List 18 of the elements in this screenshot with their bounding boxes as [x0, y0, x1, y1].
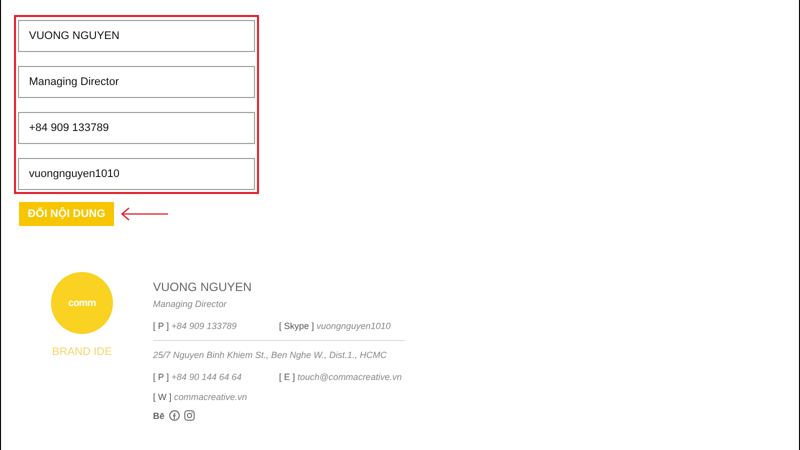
job-title: Managing Director — [153, 299, 228, 309]
input-field[interactable]: +84 909 133789 — [18, 112, 255, 144]
logo-caption: BRAND IDE — [52, 346, 112, 358]
instagram-icon[interactable] — [184, 410, 195, 421]
behance-icon[interactable]: Bē — [153, 410, 165, 420]
input-field[interactable]: VUONG NGUYEN — [18, 20, 255, 52]
facebook-icon[interactable] — [168, 410, 180, 421]
contact-text: [ Skype ] vuongnguyen1010 — [279, 321, 391, 331]
logo-text: comm — [68, 298, 96, 308]
website-text: [ W ] commacreative.vn — [153, 392, 248, 402]
contact-text: [ E ] touch@commacreative.vn — [279, 372, 402, 382]
contact-text: [ P ] +84 909 133789 — [153, 321, 238, 331]
arrow-icon — [120, 207, 170, 221]
contact-text: [ P ] +84 90 144 64 64 — [153, 372, 243, 382]
input-field[interactable]: Managing Director — [18, 66, 255, 98]
address-text: 25/7 Nguyen Binh Khiem St., Ben Nghe W., Dist.1., HCMC — [153, 350, 388, 360]
person-name: VUONG NGUYEN — [153, 280, 253, 294]
input-field[interactable]: vuongnguyen1010 — [18, 158, 255, 190]
